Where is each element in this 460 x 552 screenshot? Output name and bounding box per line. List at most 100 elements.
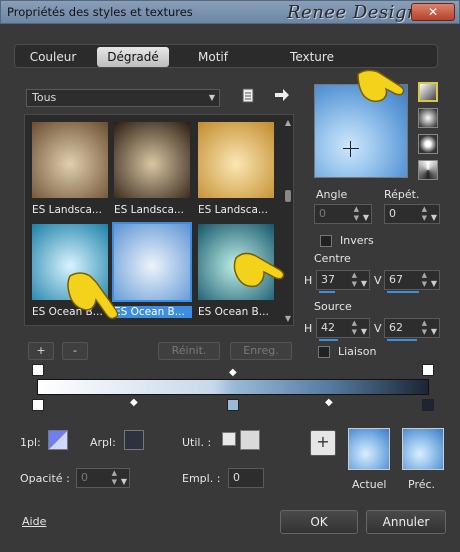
pointing-hand-icon xyxy=(233,252,285,288)
reset-button[interactable]: Réinit. xyxy=(158,342,220,360)
angle-label: Angle xyxy=(316,188,348,201)
invert-checkbox[interactable] xyxy=(320,235,332,247)
linear-style-button[interactable] xyxy=(418,82,438,102)
background-swatch[interactable] xyxy=(124,430,144,450)
gradient-thumbnail[interactable]: ES Landsca... xyxy=(194,118,274,218)
opacity-midpoint[interactable]: ◆ xyxy=(229,368,237,378)
pointing-hand-icon xyxy=(67,272,119,320)
import-icon[interactable] xyxy=(240,88,256,106)
user-color-swatch-2[interactable] xyxy=(240,430,260,450)
sunburst-style-button[interactable] xyxy=(418,160,438,180)
help-link[interactable]: Aide xyxy=(22,515,46,528)
center-v-slider[interactable] xyxy=(387,291,420,293)
center-h-slider[interactable] xyxy=(319,291,335,293)
color-stop-end[interactable] xyxy=(422,399,434,411)
chevron-down-icon[interactable]: ▼ xyxy=(431,209,437,227)
opacity-stop-start[interactable] xyxy=(32,364,44,376)
close-button[interactable]: ✕ xyxy=(411,3,455,21)
gradient-thumbnail[interactable]: ES Landsca... xyxy=(110,118,190,218)
gradient-thumbnail[interactable]: ES Landsca... xyxy=(28,118,108,218)
angle-value: 0 xyxy=(319,207,326,220)
add-to-swatches-button[interactable]: + xyxy=(310,430,336,456)
gradient-thumbnail-label: ES Ocean B... xyxy=(114,306,192,318)
gradient-thumbnail-label: ES Ocean B... xyxy=(198,306,269,318)
rectangular-style-button[interactable] xyxy=(418,108,438,128)
color-midpoint-1[interactable]: ◆ xyxy=(130,398,138,408)
remove-gradient-button[interactable]: - xyxy=(62,342,88,360)
source-v-value: 62 xyxy=(389,321,403,334)
chevron-down-icon[interactable]: ▼ xyxy=(363,209,369,227)
chevron-down-icon[interactable]: ▼ xyxy=(283,314,293,323)
repeat-input[interactable]: 0 ▲ ▼ ▼ xyxy=(384,204,440,224)
save-preset-button[interactable]: Enreg. xyxy=(230,342,292,360)
tab-motif[interactable]: Motif xyxy=(183,47,243,67)
center-v-input[interactable]: 67 ▲ ▼ ▼ xyxy=(384,270,440,293)
scroll-thumb[interactable] xyxy=(285,190,291,202)
foreground-swatch[interactable] xyxy=(48,430,68,450)
chevron-down-icon[interactable]: ▼ xyxy=(431,275,437,293)
chevron-down-icon[interactable]: ▼ xyxy=(361,275,367,293)
color-midpoint-2[interactable]: ◆ xyxy=(325,398,333,408)
spinner-icon[interactable]: ▲ ▼ xyxy=(422,205,427,223)
angle-input[interactable]: 0 ▲ ▼ ▼ xyxy=(314,204,372,224)
tab-couleur[interactable]: Couleur xyxy=(21,47,85,67)
radial-style-button[interactable] xyxy=(418,134,438,154)
spinner-icon[interactable]: ▲ ▼ xyxy=(352,271,357,289)
source-v-label: V xyxy=(374,322,382,335)
title-bar: Propriétés des styles et textures Renee … xyxy=(0,0,460,24)
empl-label: Empl. : xyxy=(182,472,221,485)
category-value: Tous xyxy=(32,91,57,104)
pointing-hand-icon xyxy=(357,69,405,103)
gradient-thumbnail[interactable]: ES Ocean B... xyxy=(110,220,192,320)
opacity-label: Opacité : xyxy=(20,472,70,485)
source-h-value: 42 xyxy=(321,321,335,334)
center-v-value: 67 xyxy=(389,273,403,286)
chevron-down-icon[interactable]: ▼ xyxy=(121,473,127,491)
opacity-stop-end[interactable] xyxy=(422,364,434,376)
chevron-up-icon[interactable]: ▲ xyxy=(283,118,293,127)
ok-button[interactable]: OK xyxy=(280,510,358,534)
gradient-swatch xyxy=(32,122,108,198)
opacity-value: 0 xyxy=(81,471,88,484)
spinner-icon[interactable]: ▲ ▼ xyxy=(354,205,359,223)
tab-strip: Couleur Dégradé Motif Texture xyxy=(14,44,438,68)
color-stop-mid[interactable] xyxy=(227,399,239,411)
gradient-swatch xyxy=(114,122,190,198)
center-crosshair[interactable] xyxy=(343,141,359,157)
category-dropdown[interactable]: Tous ▼ xyxy=(26,89,220,107)
user-color-swatch[interactable] xyxy=(222,432,236,446)
tab-degrade[interactable]: Dégradé xyxy=(97,47,169,67)
source-v-input[interactable]: 62 ▲ ▼ ▼ xyxy=(384,318,440,341)
gradient-thumbnail-label: ES Landsca... xyxy=(32,204,102,216)
source-label: Source xyxy=(314,300,352,313)
arrow-right-icon[interactable] xyxy=(272,86,292,106)
source-v-slider[interactable] xyxy=(387,339,418,341)
invert-label: Invers xyxy=(340,234,374,247)
center-h-input[interactable]: 37 ▲ ▼ ▼ xyxy=(316,270,370,293)
source-h-input[interactable]: 42 ▲ ▼ ▼ xyxy=(316,318,370,341)
gradient-swatch xyxy=(112,222,192,302)
cancel-button[interactable]: Annuler xyxy=(366,510,446,534)
source-h-label: H xyxy=(304,322,313,335)
arpl-label: Arpl: xyxy=(90,436,116,449)
current-preview[interactable] xyxy=(348,428,390,470)
source-h-slider[interactable] xyxy=(319,339,338,341)
previous-label: Préc. xyxy=(408,478,436,491)
gradient-thumbnail-label: ES Landsca... xyxy=(114,204,184,216)
link-checkbox[interactable] xyxy=(318,346,330,358)
chevron-down-icon[interactable]: ▼ xyxy=(361,323,367,341)
spinner-icon[interactable]: ▲ ▼ xyxy=(352,319,357,337)
center-h-label: H xyxy=(304,274,313,287)
previous-preview[interactable] xyxy=(402,428,444,470)
spinner-icon[interactable]: ▲ ▼ xyxy=(422,271,427,289)
add-gradient-button[interactable]: + xyxy=(28,342,54,360)
window-title: Propriétés des styles et textures xyxy=(7,5,193,19)
gradient-bar[interactable] xyxy=(37,379,429,395)
opacity-input[interactable]: 0 ▲ ▼ ▼ xyxy=(76,468,130,488)
location-input[interactable]: 0 xyxy=(228,468,264,488)
tab-texture[interactable]: Texture xyxy=(277,47,347,67)
chevron-down-icon[interactable]: ▼ xyxy=(431,323,437,341)
color-stop-start[interactable] xyxy=(32,399,44,411)
spinner-icon[interactable]: ▲ ▼ xyxy=(112,469,117,487)
spinner-icon[interactable]: ▲ ▼ xyxy=(422,319,427,337)
